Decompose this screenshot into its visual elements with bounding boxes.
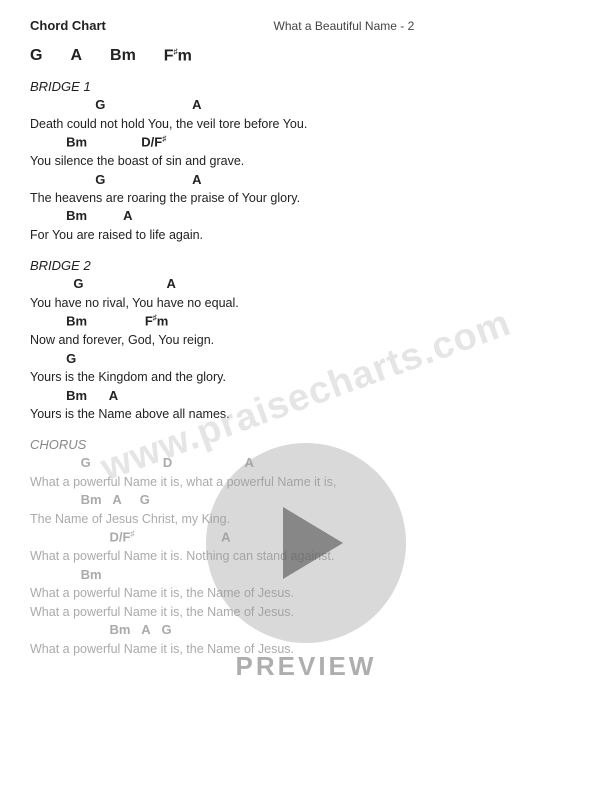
ch-lyric1: What a powerful Name it is, what a power… bbox=[30, 473, 582, 492]
ch-lyric3: What a powerful Name it is. Nothing can … bbox=[30, 547, 582, 566]
ch-chord5: Bm A G bbox=[30, 621, 582, 639]
bridge1-label: BRIDGE 1 bbox=[30, 79, 582, 94]
b2-chord2: Bm F♯m bbox=[30, 312, 582, 331]
b1-lyric1: Death could not hold You, the veil tore … bbox=[30, 115, 582, 134]
b1-lyric4: For You are raised to life again. bbox=[30, 226, 582, 245]
b1-chord2: Bm D/F♯ bbox=[30, 133, 582, 152]
key-chord-bm: Bm bbox=[110, 47, 136, 65]
ch-lyric4: What a powerful Name it is, the Name of … bbox=[30, 584, 582, 603]
b2-lyric1: You have no rival, You have no equal. bbox=[30, 294, 582, 313]
b1-chord3: G A bbox=[30, 171, 582, 189]
ch-chord1: G D A bbox=[30, 454, 582, 472]
bridge1-block: BRIDGE 1 G A Death could not hold You, t… bbox=[30, 79, 582, 244]
b2-lyric4: Yours is the Name above all names. bbox=[30, 405, 582, 424]
b1-chord4: Bm A bbox=[30, 207, 582, 225]
key-chord-row: G A Bm F♯m bbox=[30, 47, 582, 65]
b2-lyric3: Yours is the Kingdom and the glory. bbox=[30, 368, 582, 387]
chorus-label: CHORUS bbox=[30, 437, 582, 452]
ch-lyric6: What a powerful Name it is, the Name of … bbox=[30, 640, 582, 659]
b2-chord1: G A bbox=[30, 275, 582, 293]
bridge2-block: BRIDGE 2 G A You have no rival, You have… bbox=[30, 258, 582, 423]
b2-chord3: G bbox=[30, 350, 582, 368]
header-chord-chart: Chord Chart bbox=[30, 18, 106, 33]
b1-lyric2: You silence the boast of sin and grave. bbox=[30, 152, 582, 171]
header-title: What a Beautiful Name - 2 bbox=[116, 19, 572, 33]
ch-chord4: Bm bbox=[30, 566, 582, 584]
key-chord-fsm: F♯m bbox=[164, 47, 192, 65]
b2-chord4: Bm A bbox=[30, 387, 582, 405]
ch-chord2: Bm A G bbox=[30, 491, 582, 509]
b1-lyric3: The heavens are roaring the praise of Yo… bbox=[30, 189, 582, 208]
key-chord-a: A bbox=[70, 47, 82, 65]
ch-chord3: D/F♯ A bbox=[30, 528, 582, 547]
chorus-block: CHORUS G D A What a powerful Name it is,… bbox=[30, 437, 582, 658]
page: Chord Chart What a Beautiful Name - 2 G … bbox=[0, 0, 612, 792]
header: Chord Chart What a Beautiful Name - 2 bbox=[30, 18, 582, 33]
ch-lyric2: The Name of Jesus Christ, my King. bbox=[30, 510, 582, 529]
b2-lyric2: Now and forever, God, You reign. bbox=[30, 331, 582, 350]
ch-lyric5: What a powerful Name it is, the Name of … bbox=[30, 603, 582, 622]
b1-chord1: G A bbox=[30, 96, 582, 114]
bridge2-label: BRIDGE 2 bbox=[30, 258, 582, 273]
key-chord-g: G bbox=[30, 47, 42, 65]
